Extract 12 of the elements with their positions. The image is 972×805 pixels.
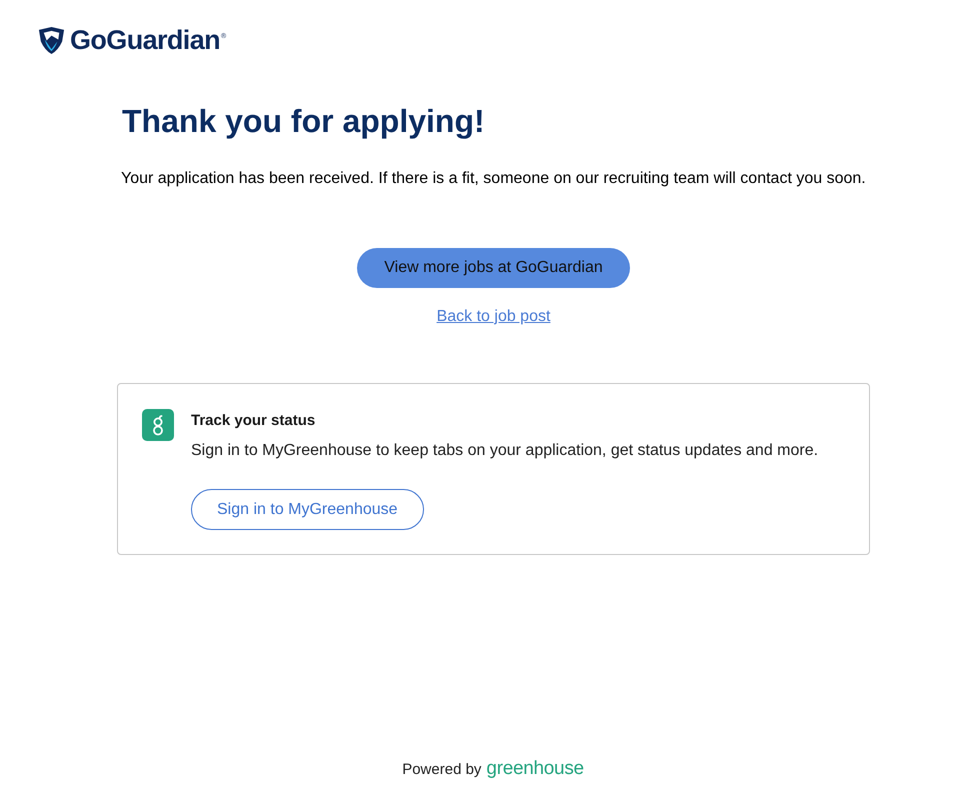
page-title: Thank you for applying! <box>122 102 486 141</box>
view-jobs-button[interactable]: View more jobs at GoGuardian <box>357 248 630 288</box>
powered-by-text: Powered by <box>402 761 482 778</box>
card-description: Sign in to MyGreenhouse to keep tabs on your application, get status updates and more. <box>191 441 818 461</box>
confirmation-message: Your application has been received. If there is a fit, someone on our recruiting team will contact you soon. <box>121 169 867 189</box>
back-to-job-link[interactable]: Back to job post <box>436 307 550 327</box>
greenhouse-g-icon <box>142 409 174 441</box>
greenhouse-logo-text[interactable]: greenhouse <box>486 758 584 780</box>
company-logo-text: GoGuardian$^{®}$ <box>70 25 226 55</box>
sign-in-button[interactable]: Sign in to MyGreenhouse <box>191 489 424 530</box>
card-title: Track your status <box>191 411 316 431</box>
shield-logo-icon <box>37 26 66 54</box>
